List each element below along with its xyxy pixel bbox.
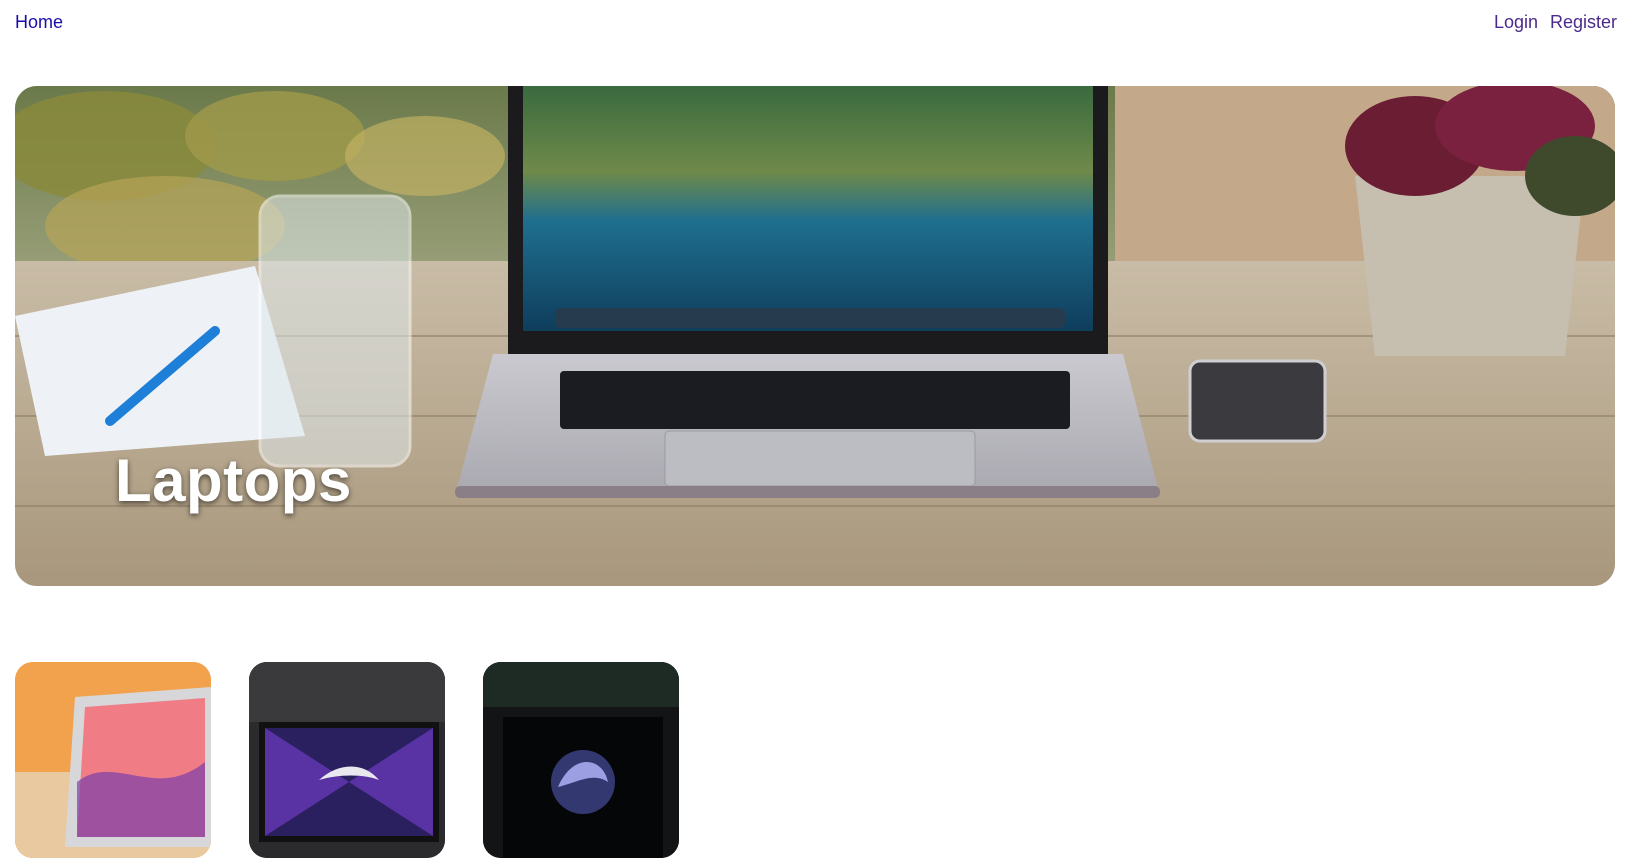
category-cards [15, 662, 715, 858]
register-link[interactable]: Register [1550, 12, 1617, 33]
login-link[interactable]: Login [1494, 12, 1538, 33]
home-link[interactable]: Home [15, 12, 63, 33]
hero-title: Laptops [115, 447, 352, 514]
hero-banner: Laptops [15, 86, 1615, 586]
category-card-gaming[interactable] [249, 662, 445, 858]
category-card-chromebook[interactable] [15, 662, 211, 858]
gaming-laptop-image [249, 662, 445, 858]
category-card-windows[interactable] [483, 662, 679, 858]
windows-laptop-image [483, 662, 679, 858]
chromebook-image [15, 662, 211, 858]
top-navigation: Home Login Register [0, 0, 1628, 48]
